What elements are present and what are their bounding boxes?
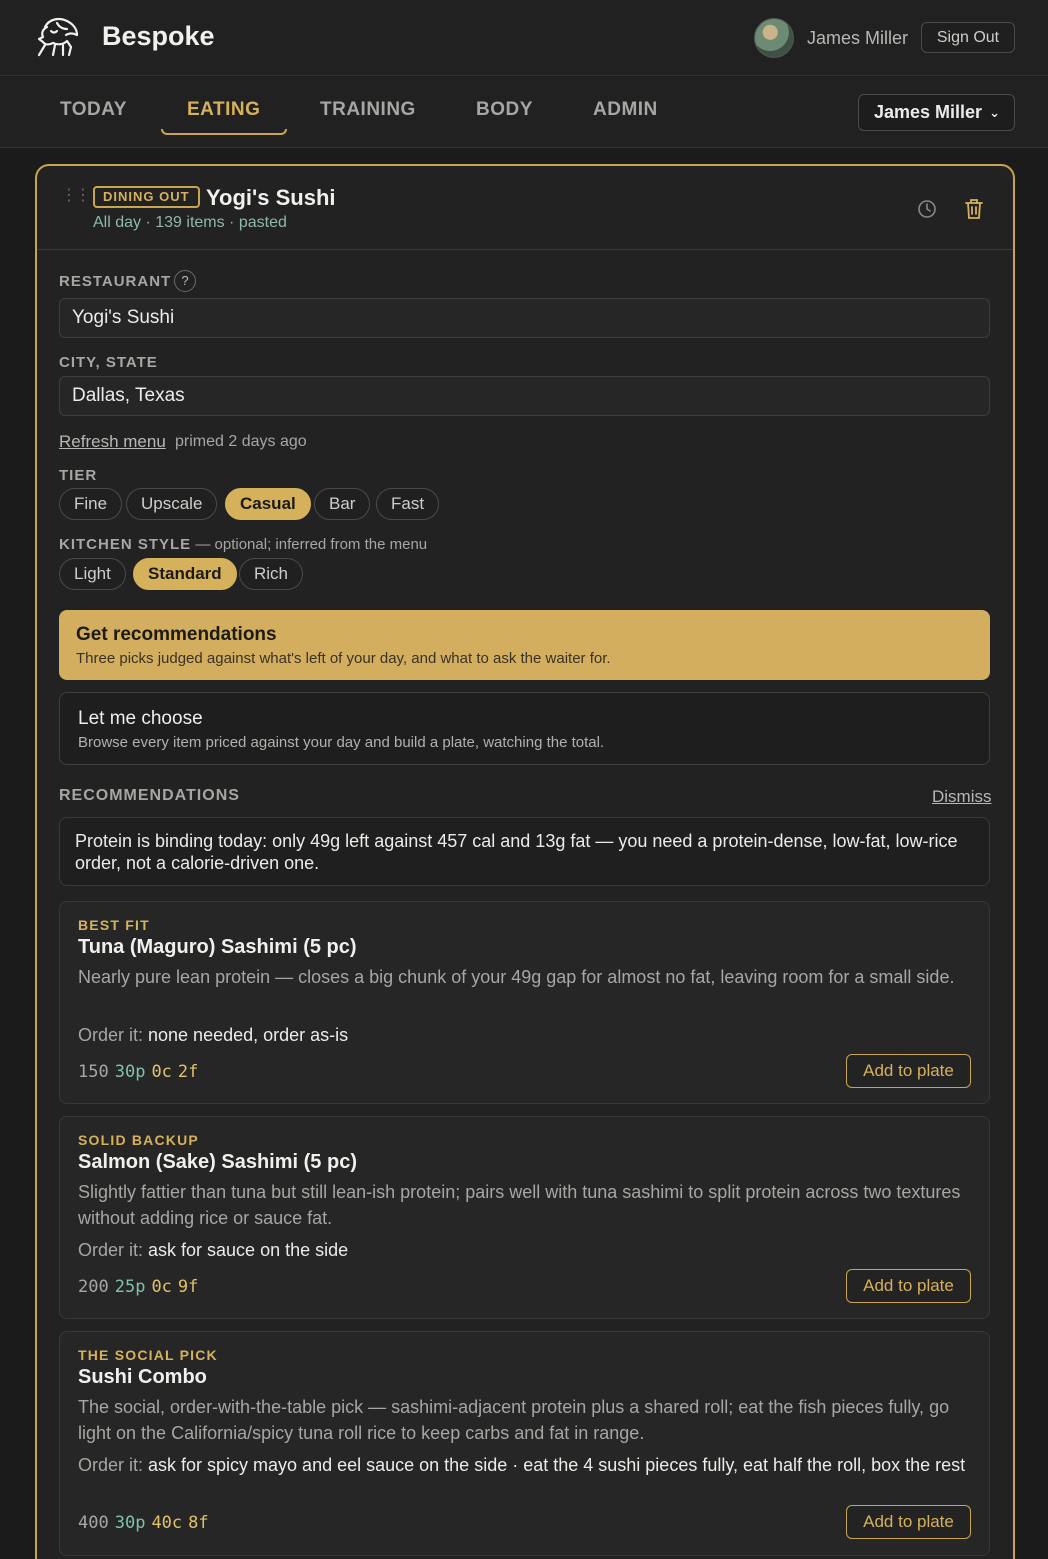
recommendations-heading: RECOMMENDATIONS xyxy=(59,787,240,804)
top-bar: Bespoke James Miller Sign Out xyxy=(0,0,1048,76)
macro-fat: 9f xyxy=(177,1277,199,1297)
macros: 400 30p 40c 8f xyxy=(78,1513,209,1533)
macro-fat: 8f xyxy=(188,1513,209,1533)
get-recommendations-desc: Three picks judged against what's left o… xyxy=(76,650,611,667)
tab-body[interactable]: BODY xyxy=(476,99,533,121)
order-instructions: Order it: ask for sauce on the side xyxy=(78,1239,968,1261)
restaurant-input[interactable]: Yogi's Sushi xyxy=(59,298,990,338)
let-me-choose-title: Let me choose xyxy=(78,708,203,729)
macro-calories: 150 xyxy=(78,1062,109,1082)
tab-eating[interactable]: EATING xyxy=(187,99,260,121)
avatar[interactable] xyxy=(754,18,794,58)
help-icon[interactable]: ? xyxy=(174,270,196,292)
kitchen-style-label: KITCHEN STYLE — optional; inferred from … xyxy=(59,536,427,553)
recommendation-kicker: SOLID BACKUP xyxy=(78,1132,199,1148)
macro-carbs: 0c xyxy=(151,1277,172,1297)
macro-protein: 30p xyxy=(114,1513,146,1533)
macro-carbs: 40c xyxy=(151,1513,183,1533)
macro-protein: 25p xyxy=(114,1277,146,1297)
dining-out-badge: DINING OUT xyxy=(93,186,200,208)
kitchen-light[interactable]: Light xyxy=(59,558,126,590)
macro-calories: 400 xyxy=(78,1513,109,1533)
recommendation-desc: Slightly fattier than tuna but still lea… xyxy=(78,1182,961,1228)
tier-casual[interactable]: Casual xyxy=(225,488,311,520)
card-header: ⋮⋮ DINING OUT Yogi's Sushi All day · 139… xyxy=(37,166,1013,250)
clock-icon[interactable] xyxy=(917,199,937,219)
tier-fast[interactable]: Fast xyxy=(376,488,440,520)
add-to-plate-button[interactable]: Add to plate xyxy=(846,1054,971,1088)
dismiss-link[interactable]: Dismiss xyxy=(932,787,992,807)
let-me-choose-button[interactable]: Let me choose Browse every item priced a… xyxy=(59,692,990,765)
macro-fat: 2f xyxy=(177,1062,199,1082)
lion-logo-icon[interactable] xyxy=(33,15,81,59)
tier-upscale[interactable]: Upscale xyxy=(126,488,218,520)
let-me-choose-desc: Browse every item priced against your da… xyxy=(78,734,605,751)
recommendation-name: Salmon (Sake) Sashimi (5 pc) xyxy=(78,1151,357,1173)
macro-protein: 30p xyxy=(114,1062,146,1082)
drag-handle-icon[interactable]: ⋮⋮ xyxy=(61,188,91,204)
trash-icon[interactable] xyxy=(965,198,983,220)
order-value: ask for sauce on the side xyxy=(148,1240,349,1260)
recommendation-kicker: BEST FIT xyxy=(78,917,150,933)
brand-name: Bespoke xyxy=(102,21,215,51)
refresh-menu-link[interactable]: Refresh menu xyxy=(59,432,166,452)
kitchen-standard[interactable]: Standard xyxy=(133,558,237,590)
add-to-plate-button[interactable]: Add to plate xyxy=(846,1505,971,1539)
recommendation-summary: Protein is binding today: only 49g left … xyxy=(59,817,990,886)
recommendation-desc: The social, order-with-the-table pick — … xyxy=(78,1397,950,1443)
order-instructions: Order it: ask for spicy mayo and eel sau… xyxy=(78,1454,968,1476)
kitchen-rich[interactable]: Rich xyxy=(239,558,304,590)
user-select[interactable]: James Miller ⌄ xyxy=(858,94,1015,131)
city-state-label: CITY, STATE xyxy=(59,354,158,371)
macros: 150 30p 0c 2f xyxy=(78,1062,198,1082)
recommendation-card: BEST FIT Tuna (Maguro) Sashimi (5 pc) Ne… xyxy=(59,901,990,1104)
tab-training[interactable]: TRAINING xyxy=(320,99,416,121)
order-prefix: Order it: xyxy=(78,1025,149,1045)
tab-admin[interactable]: ADMIN xyxy=(593,99,658,121)
restaurant-label: RESTAURANT xyxy=(59,273,172,290)
get-recommendations-title: Get recommendations xyxy=(76,624,277,645)
recommendation-name: Tuna (Maguro) Sashimi (5 pc) xyxy=(78,936,357,958)
macros: 200 25p 0c 9f xyxy=(78,1277,198,1297)
order-value: none needed, order as-is xyxy=(148,1025,349,1045)
order-prefix: Order it: xyxy=(78,1455,149,1475)
recommendation-kicker: THE SOCIAL PICK xyxy=(78,1347,218,1363)
sign-out-button[interactable]: Sign Out xyxy=(921,22,1015,53)
city-state-input[interactable]: Dallas, Texas xyxy=(59,376,990,416)
get-recommendations-button[interactable]: Get recommendations Three picks judged a… xyxy=(59,610,990,680)
tier-label: TIER xyxy=(59,467,98,484)
macro-carbs: 0c xyxy=(151,1062,172,1082)
chevron-down-icon: ⌄ xyxy=(989,105,1000,120)
order-instructions: Order it: none needed, order as-is xyxy=(78,1024,968,1046)
recommendation-name: Sushi Combo xyxy=(78,1366,207,1388)
recommendation-desc: Nearly pure lean protein — closes a big … xyxy=(78,967,955,987)
kitchen-style-title: KITCHEN STYLE xyxy=(59,536,192,553)
main-nav: TODAY EATING TRAINING BODY ADMIN James M… xyxy=(0,77,1048,148)
macro-calories: 200 xyxy=(78,1277,109,1297)
tier-fine[interactable]: Fine xyxy=(59,488,123,520)
card-title: Yogi's Sushi xyxy=(206,185,336,210)
tier-bar[interactable]: Bar xyxy=(314,488,371,520)
recommendation-card: SOLID BACKUP Salmon (Sake) Sashimi (5 pc… xyxy=(59,1116,990,1319)
user-name: James Miller xyxy=(807,28,909,48)
kitchen-style-hint: — optional; inferred from the menu xyxy=(191,536,428,553)
primed-status: primed 2 days ago xyxy=(175,433,307,450)
add-to-plate-button[interactable]: Add to plate xyxy=(846,1269,971,1303)
order-prefix: Order it: xyxy=(78,1240,149,1260)
order-value: ask for spicy mayo and eel sauce on the … xyxy=(148,1455,966,1475)
recommendation-card: THE SOCIAL PICK Sushi Combo The social, … xyxy=(59,1331,990,1556)
card-meta: All day · 139 items · pasted xyxy=(93,214,287,231)
user-select-value: James Miller xyxy=(874,102,983,122)
tab-today[interactable]: TODAY xyxy=(60,99,127,121)
active-tab-indicator xyxy=(161,129,287,135)
